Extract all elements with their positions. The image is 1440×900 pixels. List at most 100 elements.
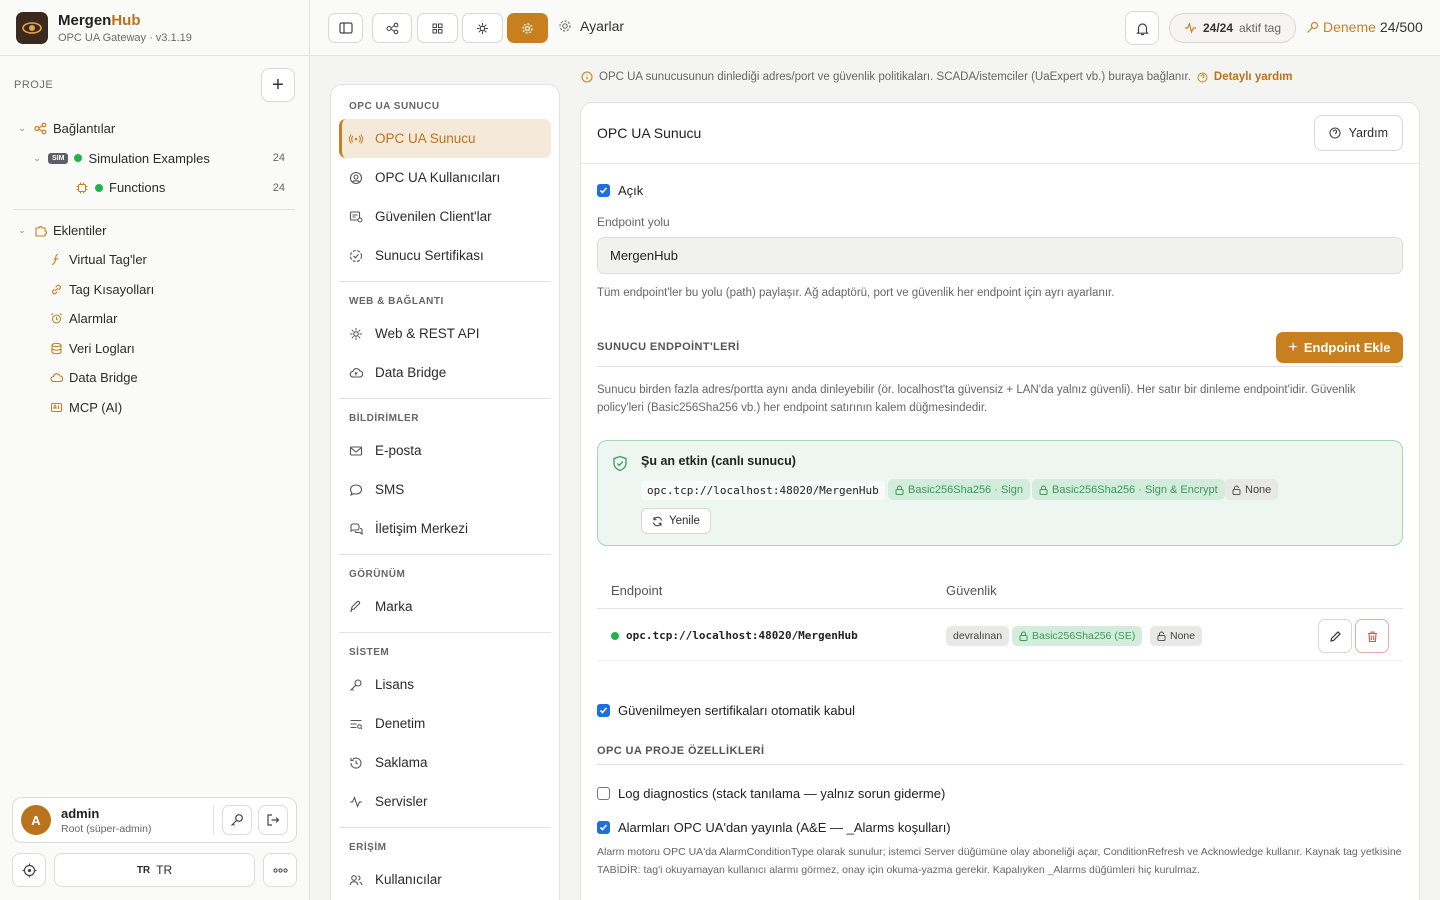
change-password-button[interactable] bbox=[222, 805, 252, 835]
gear-icon bbox=[522, 22, 533, 34]
inherited-badge: devralınan bbox=[946, 626, 1010, 646]
nav-section-title: BİLDİRİMLER bbox=[349, 412, 419, 424]
settings-nav-item[interactable]: E-posta bbox=[339, 431, 551, 470]
divider bbox=[339, 554, 551, 555]
trash-icon bbox=[1367, 630, 1377, 642]
edit-endpoint-button[interactable] bbox=[1318, 619, 1352, 653]
detailed-help-link[interactable]: Detaylı yardım bbox=[1214, 71, 1293, 83]
tree-label: Alarmlar bbox=[69, 311, 118, 327]
settings-nav-item[interactable]: Marka bbox=[339, 587, 551, 626]
ai-icon bbox=[49, 400, 63, 414]
settings-nav-item[interactable]: Saklama bbox=[339, 743, 551, 782]
sidebar-item-plugin[interactable]: Virtual Tag'ler bbox=[0, 245, 309, 275]
locate-button[interactable] bbox=[12, 853, 46, 887]
settings-nav-item[interactable]: SMS bbox=[339, 470, 551, 509]
cloud-icon bbox=[49, 371, 63, 385]
add-endpoint-label: Endpoint Ekle bbox=[1303, 340, 1391, 355]
enabled-checkbox-row[interactable]: Açık bbox=[597, 183, 643, 198]
enabled-checkbox[interactable] bbox=[597, 184, 610, 197]
endpoint-path-input[interactable]: MergenHub bbox=[597, 237, 1403, 274]
auto-accept-checkbox[interactable] bbox=[597, 704, 610, 717]
chevron-down-icon[interactable]: ⌄ bbox=[17, 123, 27, 134]
alarm-icon bbox=[49, 312, 63, 326]
tree-item-simulation[interactable]: ⌄ SIM Simulation Examples 24 bbox=[0, 144, 309, 174]
endpoints-section-title: SUNUCU ENDPOİNT'LERİ bbox=[597, 341, 740, 353]
project-props-title: OPC UA PROJE ÖZELLİKLERİ bbox=[597, 745, 765, 757]
sidebar-item-plugin[interactable]: Tag Kısayolları bbox=[0, 275, 309, 305]
settings-nav-item[interactable]: Güvenilen Client'lar bbox=[339, 197, 551, 236]
trial-label: Deneme bbox=[1323, 19, 1376, 35]
sidebar-item-plugin[interactable]: Alarmlar bbox=[0, 304, 309, 334]
sim-badge: SIM bbox=[48, 152, 69, 164]
brand: MergenHub OPC UA Gateway · v3.1.19 bbox=[0, 0, 309, 56]
sidebar-item-plugin[interactable]: MCP (AI) bbox=[0, 393, 309, 423]
toggle-sidebar-button[interactable] bbox=[328, 13, 363, 43]
settings-nav-item[interactable]: Kullanıcılar bbox=[339, 860, 551, 899]
tree-label: Tag Kısayolları bbox=[69, 281, 155, 297]
settings-nav-item[interactable]: Denetim bbox=[339, 704, 551, 743]
nav-item-label: Güvenilen Client'lar bbox=[375, 209, 492, 224]
help-button[interactable]: Yardım bbox=[1313, 115, 1403, 151]
nav-item-label: Lisans bbox=[375, 677, 415, 692]
settings-nav-item[interactable]: OPC UA Sunucu bbox=[339, 119, 551, 158]
sidebar-item-plugin[interactable]: Veri Logları bbox=[0, 334, 309, 364]
more-button[interactable] bbox=[263, 853, 297, 887]
endpoint-url-text: opc.tcp://localhost:48020/MergenHub bbox=[626, 629, 858, 642]
gear-icon bbox=[559, 20, 571, 32]
notifications-button[interactable] bbox=[1125, 11, 1159, 45]
policy-badge-sign: Basic256Sha256 · Sign bbox=[888, 479, 1030, 500]
tree-item-functions[interactable]: Functions 24 bbox=[0, 173, 309, 203]
settings-view-button[interactable] bbox=[507, 13, 548, 43]
nav-item-label: E-posta bbox=[375, 443, 422, 458]
settings-nav-item[interactable]: OPC UA Kullanıcıları bbox=[339, 158, 551, 197]
nav-item-label: Sunucu Sertifikası bbox=[375, 248, 484, 263]
active-tags-badge[interactable]: 24/24 aktif tag bbox=[1169, 13, 1296, 43]
connections-view-button[interactable] bbox=[372, 13, 412, 43]
connections-icon bbox=[33, 122, 47, 136]
tree-label: Virtual Tag'ler bbox=[69, 252, 147, 268]
alarms-row[interactable]: Alarmları OPC UA'dan yayınla (A&E — _Ala… bbox=[597, 820, 951, 835]
nav-item-label: Marka bbox=[375, 599, 413, 614]
alarms-checkbox[interactable] bbox=[597, 821, 610, 834]
settings-nav-item[interactable]: Sunucu Sertifikası bbox=[339, 236, 551, 275]
log-diagnostics-row[interactable]: Log diagnostics (stack tanılama — yalnız… bbox=[597, 786, 945, 801]
settings-nav-item[interactable]: Data Bridge bbox=[339, 353, 551, 392]
settings-nav-item[interactable]: Lisans bbox=[339, 665, 551, 704]
add-project-button[interactable]: + bbox=[261, 68, 295, 102]
tree-item-plugins[interactable]: ⌄ Eklentiler bbox=[0, 216, 309, 246]
chip-icon bbox=[75, 181, 89, 195]
sidebar-icon bbox=[338, 22, 353, 34]
api-view-button[interactable] bbox=[462, 13, 503, 43]
user-circle-icon bbox=[349, 171, 363, 185]
language-selector[interactable]: TR TR bbox=[54, 853, 255, 887]
sidebar-item-plugin[interactable]: Data Bridge bbox=[0, 363, 309, 393]
chevron-down-icon[interactable]: ⌄ bbox=[32, 153, 42, 164]
logout-icon bbox=[267, 814, 280, 826]
link-icon bbox=[49, 282, 63, 296]
add-endpoint-button[interactable]: + Endpoint Ekle bbox=[1276, 332, 1403, 363]
pencil-icon bbox=[1329, 630, 1341, 642]
connections-icon bbox=[385, 22, 398, 34]
tree-item-connections[interactable]: ⌄ Bağlantılar bbox=[0, 114, 309, 144]
tree-label: Functions bbox=[109, 180, 166, 196]
puzzle-icon bbox=[33, 223, 47, 237]
status-dot bbox=[74, 154, 83, 163]
auto-accept-label: Güvenilmeyen sertifikaları otomatik kabu… bbox=[618, 703, 855, 718]
grid-view-button[interactable] bbox=[417, 13, 458, 43]
nav-section-title: WEB & BAĞLANTI bbox=[349, 295, 444, 307]
delete-endpoint-button[interactable] bbox=[1355, 619, 1389, 653]
logout-button[interactable] bbox=[258, 805, 288, 835]
tree-label: Simulation Examples bbox=[88, 150, 210, 166]
auto-accept-row[interactable]: Güvenilmeyen sertifikaları otomatik kabu… bbox=[597, 703, 855, 718]
col-security: Güvenlik bbox=[946, 583, 997, 598]
settings-nav-item[interactable]: İletişim Merkezi bbox=[339, 509, 551, 548]
trial-badge[interactable]: Deneme 24/500 bbox=[1306, 19, 1423, 35]
live-server-panel: Şu an etkin (canlı sunucu) opc.tcp://loc… bbox=[597, 440, 1403, 546]
alarms-hint: Alarm motoru OPC UA'da AlarmConditionTyp… bbox=[597, 846, 1402, 876]
log-diagnostics-checkbox[interactable] bbox=[597, 787, 610, 800]
divider bbox=[597, 764, 1403, 765]
settings-nav-item[interactable]: Web & REST API bbox=[339, 314, 551, 353]
refresh-button[interactable]: Yenile bbox=[641, 508, 711, 534]
settings-nav-item[interactable]: Servisler bbox=[339, 782, 551, 821]
chevron-down-icon[interactable]: ⌄ bbox=[17, 225, 27, 236]
